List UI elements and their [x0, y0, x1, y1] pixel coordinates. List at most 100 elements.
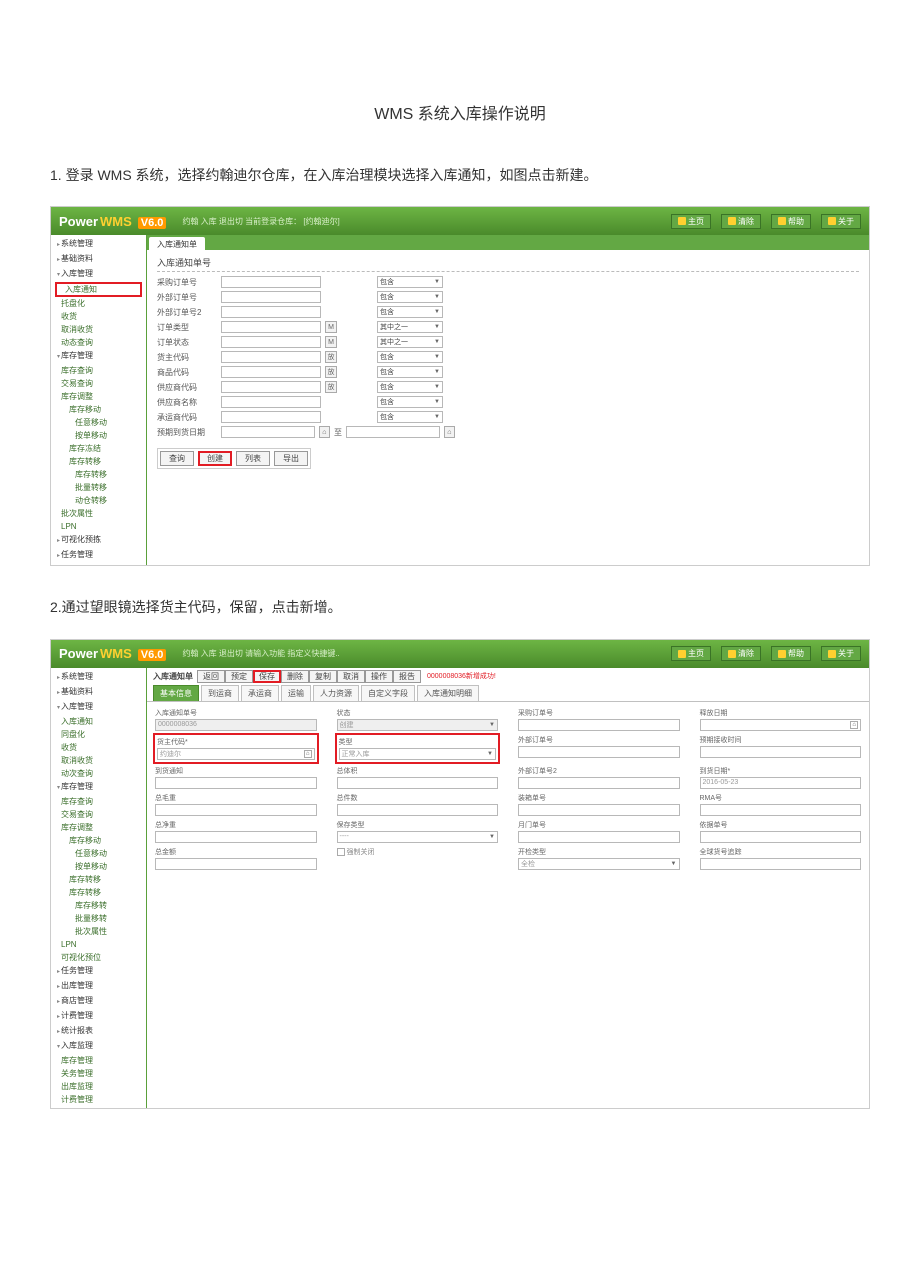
text-input[interactable]: [337, 804, 499, 816]
sidebar-item[interactable]: 任意移动: [51, 416, 146, 429]
lookup-icon[interactable]: 放: [325, 366, 337, 378]
toolbar-button[interactable]: 预定: [225, 670, 253, 683]
text-input[interactable]: ⌂: [700, 719, 862, 731]
text-input[interactable]: [700, 858, 862, 870]
match-select[interactable]: 包含▼: [377, 396, 443, 408]
match-select[interactable]: 包含▼: [377, 291, 443, 303]
field-input[interactable]: [221, 396, 321, 408]
field-input[interactable]: [221, 351, 321, 363]
lookup-icon[interactable]: M: [325, 336, 337, 348]
sidebar-item[interactable]: LPN: [51, 938, 146, 951]
toolbar-button[interactable]: 报告: [393, 670, 421, 683]
toolbar-button[interactable]: 操作: [365, 670, 393, 683]
sidebar-item[interactable]: 统计报表: [51, 1024, 146, 1039]
text-input[interactable]: [155, 858, 317, 870]
field-input[interactable]: [221, 291, 321, 303]
sidebar-item[interactable]: 托盘化: [51, 297, 146, 310]
action-button[interactable]: 查询: [160, 451, 194, 466]
sidebar-item[interactable]: 批次属性: [51, 925, 146, 938]
toolbar-button[interactable]: 返回: [197, 670, 225, 683]
text-input[interactable]: 2016-05-23: [700, 777, 862, 789]
select-input[interactable]: 创建▼: [337, 719, 499, 731]
text-input[interactable]: [700, 746, 862, 758]
tab-inbound-notice[interactable]: 入库通知单: [149, 237, 205, 250]
sidebar-item[interactable]: 基础资料: [51, 685, 146, 700]
text-input[interactable]: 0000008036: [155, 719, 317, 731]
match-select[interactable]: 包含▼: [377, 351, 443, 363]
match-select[interactable]: 包含▼: [377, 366, 443, 378]
help-button[interactable]: 帮助: [771, 214, 811, 229]
sidebar-item[interactable]: 入库通知: [51, 715, 146, 728]
sidebar-item[interactable]: 出库监理: [51, 1080, 146, 1093]
text-input[interactable]: [518, 746, 680, 758]
checkbox-field[interactable]: 强制关闭: [337, 847, 499, 857]
calendar-icon[interactable]: ⌂: [319, 426, 330, 438]
sidebar-item[interactable]: 系统管理: [51, 237, 146, 252]
sidebar-item[interactable]: 入库监理: [51, 1039, 146, 1054]
select-input[interactable]: 正常入库▼: [339, 748, 497, 760]
sidebar-item[interactable]: 库存冻结: [51, 442, 146, 455]
clear-button[interactable]: 清除: [721, 646, 761, 661]
sidebar-item[interactable]: 动次查询: [51, 767, 146, 780]
text-input[interactable]: [700, 831, 862, 843]
match-select[interactable]: 其中之一▼: [377, 321, 443, 333]
toolbar-button[interactable]: 复制: [309, 670, 337, 683]
sidebar-item[interactable]: 收货: [51, 310, 146, 323]
field-input[interactable]: [221, 411, 321, 423]
calendar-icon[interactable]: ⌂: [444, 426, 455, 438]
home-button[interactable]: 主页: [671, 214, 711, 229]
text-input[interactable]: [155, 831, 317, 843]
text-input[interactable]: [700, 804, 862, 816]
sidebar-item[interactable]: 商店管理: [51, 994, 146, 1009]
home-button[interactable]: 主页: [671, 646, 711, 661]
sidebar-item[interactable]: 基础资料: [51, 252, 146, 267]
text-input[interactable]: [518, 719, 680, 731]
sidebar-item[interactable]: 库存转移: [51, 455, 146, 468]
sidebar-item[interactable]: 厚清管理: [51, 1106, 146, 1108]
sidebar-item[interactable]: 任务管理: [51, 964, 146, 979]
toolbar-button[interactable]: 取消: [337, 670, 365, 683]
sidebar-item[interactable]: 库存调整: [51, 821, 146, 834]
close-button[interactable]: 关于: [821, 214, 861, 229]
clear-button[interactable]: 清除: [721, 214, 761, 229]
sidebar-item[interactable]: 库存管理: [51, 780, 146, 795]
field-input[interactable]: [221, 321, 321, 333]
sidebar-item[interactable]: 任务管理: [51, 548, 146, 563]
match-select[interactable]: 包含▼: [377, 276, 443, 288]
text-input[interactable]: [155, 804, 317, 816]
inner-tab[interactable]: 基本信息: [153, 685, 199, 701]
sidebar-item[interactable]: 库存管理: [51, 1054, 146, 1067]
field-input[interactable]: [221, 306, 321, 318]
toolbar-button[interactable]: 删除: [281, 670, 309, 683]
sidebar-item[interactable]: 同盘化: [51, 728, 146, 741]
sidebar-item[interactable]: 系统管理: [51, 670, 146, 685]
sidebar-item[interactable]: 库存转移: [51, 886, 146, 899]
lookup-icon[interactable]: 放: [325, 351, 337, 363]
action-button[interactable]: 导出: [274, 451, 308, 466]
lookup-icon[interactable]: M: [325, 321, 337, 333]
sidebar-item[interactable]: 取消收货: [51, 323, 146, 336]
sidebar-item[interactable]: 库存调整: [51, 390, 146, 403]
sidebar-item[interactable]: 库存查询: [51, 795, 146, 808]
sidebar-item[interactable]: 按单移动: [51, 429, 146, 442]
inner-tab[interactable]: 运输: [281, 685, 311, 701]
sidebar-item[interactable]: 库存转移: [51, 873, 146, 886]
about-button[interactable]: 关于: [821, 646, 861, 661]
select-input[interactable]: ----▼: [337, 831, 499, 843]
sidebar-item[interactable]: 入库管理: [51, 700, 146, 715]
text-input[interactable]: [155, 777, 317, 789]
text-input[interactable]: [518, 777, 680, 789]
sidebar-item[interactable]: 按单移动: [51, 860, 146, 873]
sidebar-item[interactable]: 批量转移: [51, 481, 146, 494]
lookup-icon[interactable]: 放: [325, 381, 337, 393]
sidebar-item[interactable]: 批量移转: [51, 912, 146, 925]
inner-tab[interactable]: 人力资源: [313, 685, 359, 701]
sidebar-item[interactable]: 库存管理: [51, 349, 146, 364]
match-select[interactable]: 包含▼: [377, 411, 443, 423]
sidebar-item[interactable]: 批次属性: [51, 507, 146, 520]
sidebar-item[interactable]: 库存移动: [51, 834, 146, 847]
sidebar-item[interactable]: 出库管理: [51, 979, 146, 994]
save-button[interactable]: 保存: [253, 670, 281, 683]
text-input[interactable]: [518, 804, 680, 816]
sidebar-item[interactable]: 任意移动: [51, 847, 146, 860]
